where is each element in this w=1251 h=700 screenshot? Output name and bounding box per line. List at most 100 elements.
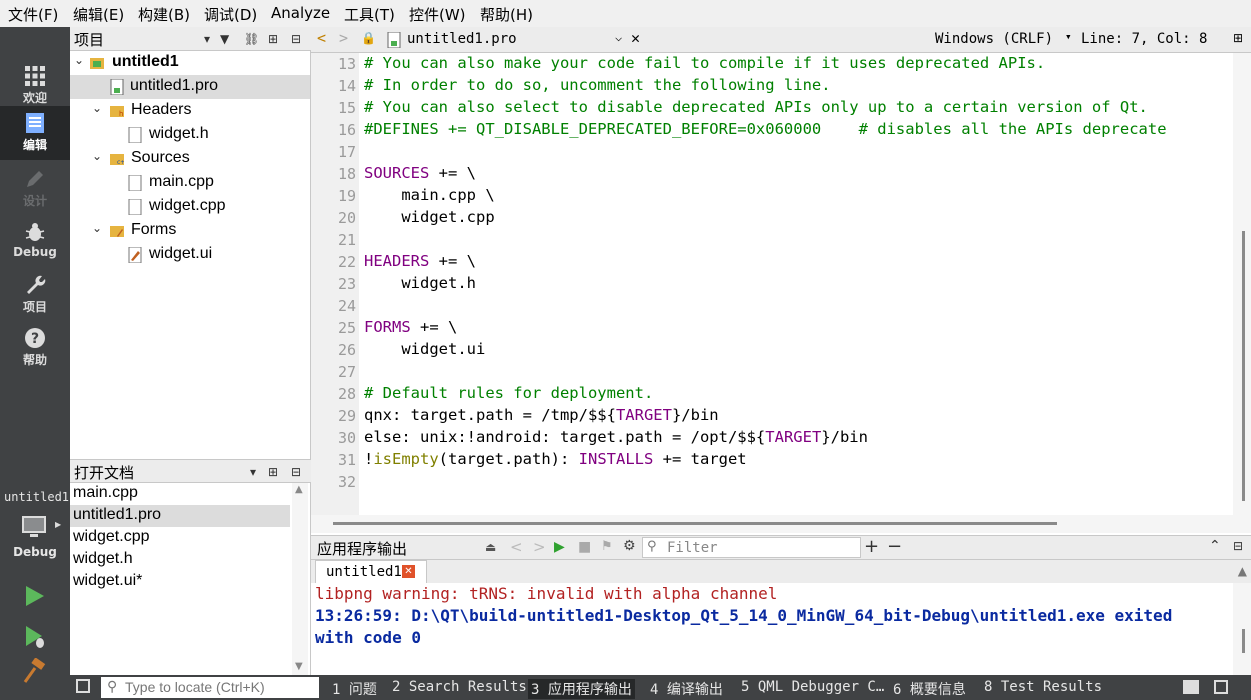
code-editor[interactable]: 13 14 15 16 17 18 19 20 21 22 23 24 25 2… <box>311 53 1251 515</box>
code-token: += \ <box>429 252 476 270</box>
scrollbar-thumb[interactable] <box>1242 629 1245 653</box>
output-tab[interactable]: untitled1 ✕ <box>315 560 427 583</box>
tree-item-forms[interactable]: ⌄ Forms <box>70 219 310 243</box>
add-icon[interactable]: + <box>864 536 879 557</box>
line-number: 27 <box>337 363 356 381</box>
kit-selector[interactable]: untitled1 ▶ Debug <box>0 487 70 587</box>
line-number: 15 <box>337 99 356 117</box>
mode-help[interactable]: ? 帮助 <box>0 321 70 373</box>
open-doc-item[interactable]: untitled1.pro <box>70 505 290 527</box>
split-editor-icon[interactable]: ⊞ <box>1233 31 1243 45</box>
dropdown-icon[interactable]: ▾ <box>250 465 256 479</box>
mode-design[interactable]: 设计 <box>0 162 70 214</box>
locator-input[interactable]: ⚲ Type to locate (Ctrl+K) <box>101 677 319 698</box>
line-ending-selector[interactable]: Windows (CRLF) <box>935 31 1053 47</box>
menu-widgets[interactable]: 控件(W) <box>409 4 466 25</box>
tree-item-form-file[interactable]: widget.ui <box>70 243 310 267</box>
rerun-icon[interactable]: ▶ <box>554 539 565 555</box>
line-ending-dropdown-icon[interactable]: ▾ <box>1065 30 1072 43</box>
attach-icon[interactable]: ⚑ <box>601 539 613 554</box>
scroll-up-icon[interactable]: ▲ <box>1238 564 1247 578</box>
scroll-down-icon[interactable]: ▼ <box>295 661 303 672</box>
editor-vertical-scrollbar[interactable] <box>1233 53 1251 515</box>
cursor-position[interactable]: Line: 7, Col: 8 <box>1081 31 1207 47</box>
clear-icon[interactable]: ⏏ <box>485 540 496 554</box>
mode-edit[interactable]: 编辑 <box>0 106 70 160</box>
open-doc-item[interactable]: widget.cpp <box>70 527 290 549</box>
line-number: 31 <box>337 451 356 469</box>
output-scrollbar[interactable] <box>1233 583 1251 675</box>
status-tab-test-results[interactable]: 8 Test Results <box>984 679 1102 695</box>
tree-item-sources[interactable]: ⌄ c+ Sources <box>70 147 310 171</box>
build-button[interactable] <box>22 657 48 684</box>
close-file-icon[interactable]: ✕ <box>631 29 640 47</box>
status-tab-general-messages[interactable]: 6 概要信息 <box>893 679 966 699</box>
filter-icon[interactable]: ▼ <box>220 32 229 46</box>
status-tab-qml-debugger[interactable]: 5 QML Debugger C… <box>741 679 884 695</box>
line-number: 24 <box>337 297 356 315</box>
expand-arrow-icon[interactable]: ⌄ <box>92 221 102 235</box>
link-icon[interactable]: ⛓ <box>244 32 259 46</box>
mode-debug[interactable]: Debug <box>0 215 70 267</box>
menu-debug[interactable]: 调试(D) <box>204 4 257 25</box>
scrollbar-thumb[interactable] <box>1242 231 1245 501</box>
output-filter-input[interactable]: ⚲ Filter <box>642 537 861 558</box>
tree-item-header-file[interactable]: widget.h <box>70 123 310 147</box>
open-docs-scrollbar[interactable]: ▲ ▼ <box>292 483 308 675</box>
split-icon[interactable]: ⊞ <box>268 465 278 479</box>
maximize-pane-icon[interactable]: ⌃ <box>1209 538 1221 554</box>
forward-icon[interactable]: > <box>339 29 348 47</box>
run-button[interactable] <box>22 583 48 609</box>
tree-item-source-widget[interactable]: widget.cpp <box>70 195 310 219</box>
help-icon: ? <box>25 328 45 348</box>
tree-item-project-root[interactable]: ⌄ untitled1 <box>70 51 310 75</box>
view-selector-dropdown-icon[interactable]: ▾ <box>204 32 210 46</box>
debug-run-button[interactable] <box>22 623 48 649</box>
progress-details-icon[interactable] <box>1183 680 1199 694</box>
mode-bar: 欢迎 编辑 设计 Debug 项目 ? 帮助 untitled1 ▶ Debug <box>0 27 70 700</box>
tree-item-pro-file[interactable]: untitled1.pro <box>70 75 310 99</box>
grid-icon <box>25 66 45 86</box>
open-doc-item[interactable]: widget.ui* <box>70 571 290 593</box>
document-edit-icon <box>26 113 44 133</box>
locator-placeholder: Type to locate (Ctrl+K) <box>125 679 265 695</box>
status-tab-search-results[interactable]: 2 Search Results <box>392 679 527 695</box>
mode-welcome[interactable]: 欢迎 <box>0 59 70 111</box>
tree-item-headers[interactable]: ⌄ h Headers <box>70 99 310 123</box>
open-doc-item[interactable]: widget.h <box>70 549 290 571</box>
back-icon[interactable]: < <box>317 29 326 47</box>
expand-arrow-icon[interactable]: ⌄ <box>92 149 102 163</box>
tree-item-source-main[interactable]: main.cpp <box>70 171 310 195</box>
next-item-icon[interactable]: > <box>533 538 546 556</box>
prev-item-icon[interactable]: < <box>510 538 523 556</box>
remove-icon[interactable]: − <box>887 536 902 557</box>
editor-horizontal-scrollbar[interactable] <box>311 515 1251 533</box>
close-pane-icon[interactable]: ⊟ <box>291 32 301 46</box>
scroll-up-icon[interactable]: ▲ <box>295 484 303 495</box>
scrollbar-thumb[interactable] <box>333 522 1057 525</box>
menu-analyze[interactable]: Analyze <box>271 4 330 22</box>
menu-build[interactable]: 构建(B) <box>138 4 190 25</box>
close-pane-icon[interactable]: ⊟ <box>1233 539 1243 553</box>
toggle-sidebar-icon[interactable] <box>76 679 90 693</box>
settings-gear-icon[interactable]: ⚙ <box>623 538 636 554</box>
toggle-output-icon[interactable] <box>1214 680 1228 694</box>
open-doc-item[interactable]: main.cpp <box>70 483 290 505</box>
editor-file-name[interactable]: untitled1.pro <box>407 31 517 47</box>
file-dropdown-icon[interactable]: ⌵ <box>615 30 622 44</box>
status-tab-issues[interactable]: 1 问题 <box>332 679 377 699</box>
menu-tools[interactable]: 工具(T) <box>344 4 395 25</box>
status-tab-app-output[interactable]: 3 应用程序输出 <box>528 679 635 699</box>
menu-file[interactable]: 文件(F) <box>8 4 58 25</box>
stop-icon[interactable]: ■ <box>578 539 591 555</box>
expand-arrow-icon[interactable]: ⌄ <box>74 53 84 67</box>
mode-projects[interactable]: 项目 <box>0 268 70 320</box>
menu-help[interactable]: 帮助(H) <box>480 4 533 25</box>
menu-edit[interactable]: 编辑(E) <box>73 4 124 25</box>
expand-arrow-icon[interactable]: ⌄ <box>92 101 102 115</box>
close-tab-icon[interactable]: ✕ <box>402 565 415 578</box>
pro-file-icon <box>387 32 401 48</box>
close-pane-icon[interactable]: ⊟ <box>291 465 301 479</box>
status-tab-compile-output[interactable]: 4 编译输出 <box>650 679 723 699</box>
split-icon[interactable]: ⊞ <box>268 32 278 46</box>
